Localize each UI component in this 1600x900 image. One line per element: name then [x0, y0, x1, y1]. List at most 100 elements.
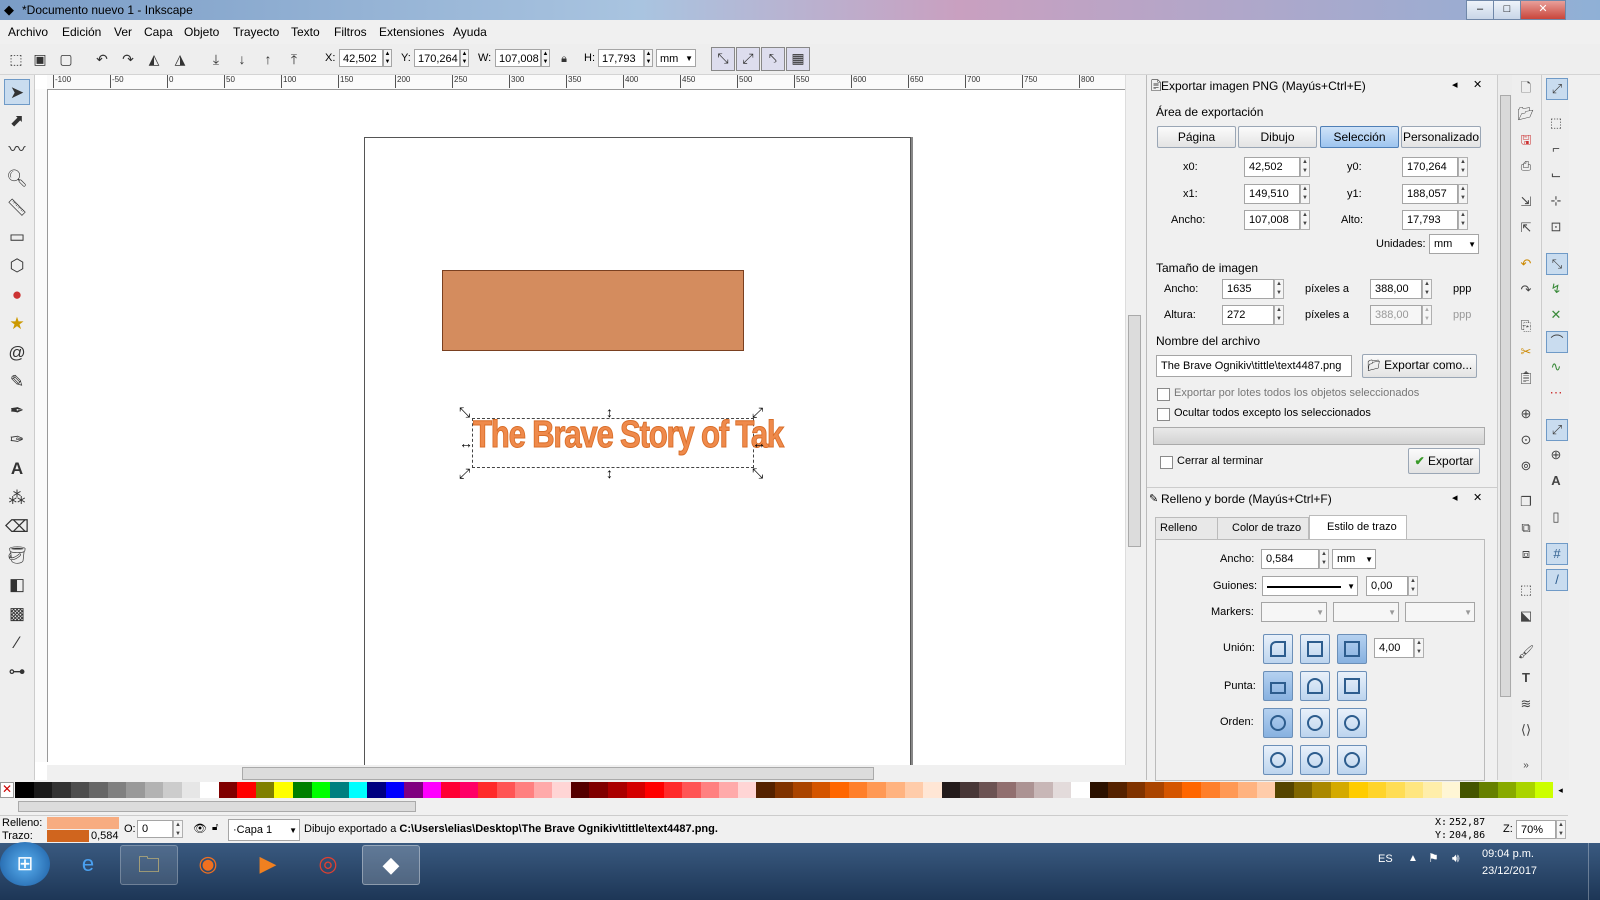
maximize-button[interactable]: □	[1493, 0, 1521, 20]
opacity-spin-arrows[interactable]: ▲ ▼	[173, 820, 183, 838]
ungroup-icon[interactable]: ⬕	[1516, 606, 1536, 626]
snap-text-baseline-icon[interactable]: A	[1546, 471, 1566, 491]
palette-swatch[interactable]	[1293, 782, 1313, 798]
export-area-selection-button[interactable]: Selección	[1320, 126, 1399, 148]
palette-swatch[interactable]	[1497, 782, 1517, 798]
menu-ver[interactable]: Ver	[114, 25, 132, 39]
palette-swatch[interactable]	[1386, 782, 1405, 798]
x0-spin-arrows[interactable]: ▲ ▼	[1300, 157, 1310, 177]
duplicate-icon[interactable]: ❐	[1516, 492, 1536, 512]
show-desktop-button[interactable]	[1588, 843, 1600, 900]
ellipse-tool-icon[interactable]: ●	[4, 282, 30, 308]
round-cap-button[interactable]	[1300, 671, 1330, 701]
star-tool-icon[interactable]: ★	[4, 311, 30, 337]
palette-swatch[interactable]	[1071, 782, 1090, 798]
palette-swatch[interactable]	[756, 782, 775, 798]
tweak-tool-icon[interactable]: 〰	[4, 137, 30, 163]
y-input[interactable]: 170,264	[414, 49, 460, 67]
miter-limit-input[interactable]: 4,00	[1374, 638, 1414, 658]
rectangle-tool-icon[interactable]: ▭	[4, 224, 30, 250]
palette-swatch[interactable]	[70, 782, 90, 798]
palette-swatch[interactable]	[1516, 782, 1535, 798]
palette-swatch[interactable]	[552, 782, 571, 798]
x1-spin-arrows[interactable]: ▲ ▼	[1300, 184, 1310, 204]
image-height-spin-arrows[interactable]: ▲ ▼	[1274, 305, 1284, 325]
pencil-tool-icon[interactable]: ✎	[4, 369, 30, 395]
stroke-width-status[interactable]: 0,584	[91, 830, 119, 842]
snap-bbox-centers-icon[interactable]: ⊡	[1546, 217, 1566, 237]
color-palette[interactable]	[15, 782, 1554, 798]
palette-swatch[interactable]	[1182, 782, 1201, 798]
eraser-tool-icon[interactable]: ⌫	[4, 514, 30, 540]
snap-smooth-nodes-icon[interactable]: ∿	[1546, 357, 1566, 377]
tray-volume-icon[interactable]: 🔊︎	[1452, 851, 1460, 866]
palette-swatch[interactable]	[1534, 782, 1554, 798]
start-button[interactable]: ⊞	[0, 842, 50, 886]
palette-swatch[interactable]	[385, 782, 405, 798]
stroke-unit-select[interactable]: mm ▼	[1332, 549, 1376, 569]
menu-archivo[interactable]: Archivo	[8, 25, 48, 39]
y1-input[interactable]: 188,057	[1402, 184, 1458, 204]
scale-handle-n-icon[interactable]: ↕	[606, 405, 613, 419]
clone-icon[interactable]: ⧉	[1516, 518, 1536, 538]
palette-swatch[interactable]	[1201, 782, 1220, 798]
stroke-swatch[interactable]	[47, 830, 89, 842]
palette-swatch[interactable]	[960, 782, 979, 798]
fill-stroke-dialog-icon[interactable]: 🖌︎	[1516, 642, 1536, 662]
palette-swatch[interactable]	[330, 782, 349, 798]
spray-tool-icon[interactable]: ⁂	[4, 485, 30, 511]
copy-icon[interactable]: ⎘	[1516, 316, 1536, 336]
select-all-layers-icon[interactable]: ▣	[30, 49, 50, 69]
palette-swatch[interactable]	[570, 782, 590, 798]
snap-enable-icon[interactable]: ⤢	[1546, 78, 1568, 100]
file-explorer-icon[interactable]: 🗀	[120, 845, 178, 885]
more-commands-icon[interactable]: »	[1516, 756, 1536, 776]
zoom-selection-icon[interactable]: ⊕	[1516, 404, 1536, 424]
scale-handle-e-icon[interactable]: ↔	[752, 436, 766, 450]
transform-gradients-icon[interactable]: ⤣	[761, 47, 785, 71]
area-height-spin-arrows[interactable]: ▲ ▼	[1458, 210, 1468, 230]
palette-swatch[interactable]	[367, 782, 386, 798]
paint-order-1-button[interactable]	[1263, 708, 1293, 738]
snap-others-icon[interactable]: ⤢	[1546, 419, 1568, 441]
paint-order-4-button[interactable]	[1263, 745, 1293, 775]
snap-bbox-corners-icon[interactable]: ⌙	[1546, 165, 1566, 185]
dpi-spin-arrows[interactable]: ▲ ▼	[1422, 279, 1432, 299]
w-spin-arrows[interactable]: ▲ ▼	[541, 49, 550, 67]
paint-order-5-button[interactable]	[1300, 745, 1330, 775]
palette-swatch[interactable]	[126, 782, 145, 798]
palette-scroll-thumb[interactable]	[18, 801, 416, 812]
x0-input[interactable]: 42,502	[1244, 157, 1300, 177]
x1-input[interactable]: 149,510	[1244, 184, 1300, 204]
zoom-page-icon[interactable]: ⊚	[1516, 456, 1536, 476]
flip-horizontal-icon[interactable]: ◭	[144, 49, 164, 69]
palette-swatch[interactable]	[663, 782, 683, 798]
y-spin-arrows[interactable]: ▲ ▼	[460, 49, 469, 67]
menu-capa[interactable]: Capa	[144, 25, 173, 39]
y0-input[interactable]: 170,264	[1402, 157, 1458, 177]
chrome-icon[interactable]: ◎	[300, 845, 356, 883]
palette-swatch[interactable]	[496, 782, 516, 798]
palette-swatch[interactable]	[589, 782, 608, 798]
y1-spin-arrows[interactable]: ▲ ▼	[1458, 184, 1468, 204]
measure-tool-icon[interactable]: 📏︎	[4, 195, 30, 221]
layer-lock-icon[interactable]: 🔓︎	[212, 822, 218, 833]
palette-swatch[interactable]	[1441, 782, 1461, 798]
palette-swatch[interactable]	[1052, 782, 1072, 798]
miter-join-button[interactable]	[1337, 634, 1367, 664]
scale-handle-s-icon[interactable]: ↕	[606, 466, 613, 480]
snap-cusp-nodes-icon[interactable]: ⌒	[1546, 331, 1568, 353]
fill-swatch[interactable]	[47, 817, 119, 829]
new-document-icon[interactable]: 🗋	[1516, 78, 1536, 98]
vertical-scrollbar[interactable]	[1125, 75, 1142, 765]
no-paint-swatch-icon[interactable]: ✕	[0, 782, 14, 798]
spiral-tool-icon[interactable]: @	[4, 340, 30, 366]
palette-swatch[interactable]	[608, 782, 627, 798]
h-input[interactable]: 17,793	[598, 49, 644, 67]
palette-swatch[interactable]	[1460, 782, 1479, 798]
area-width-input[interactable]: 107,008	[1244, 210, 1300, 230]
menu-texto[interactable]: Texto	[291, 25, 320, 39]
xml-editor-icon[interactable]: ⟨⟩	[1516, 720, 1536, 740]
clock-time[interactable]: 09:04 p.m.	[1482, 848, 1534, 860]
connector-tool-icon[interactable]: ⊶	[4, 659, 30, 685]
